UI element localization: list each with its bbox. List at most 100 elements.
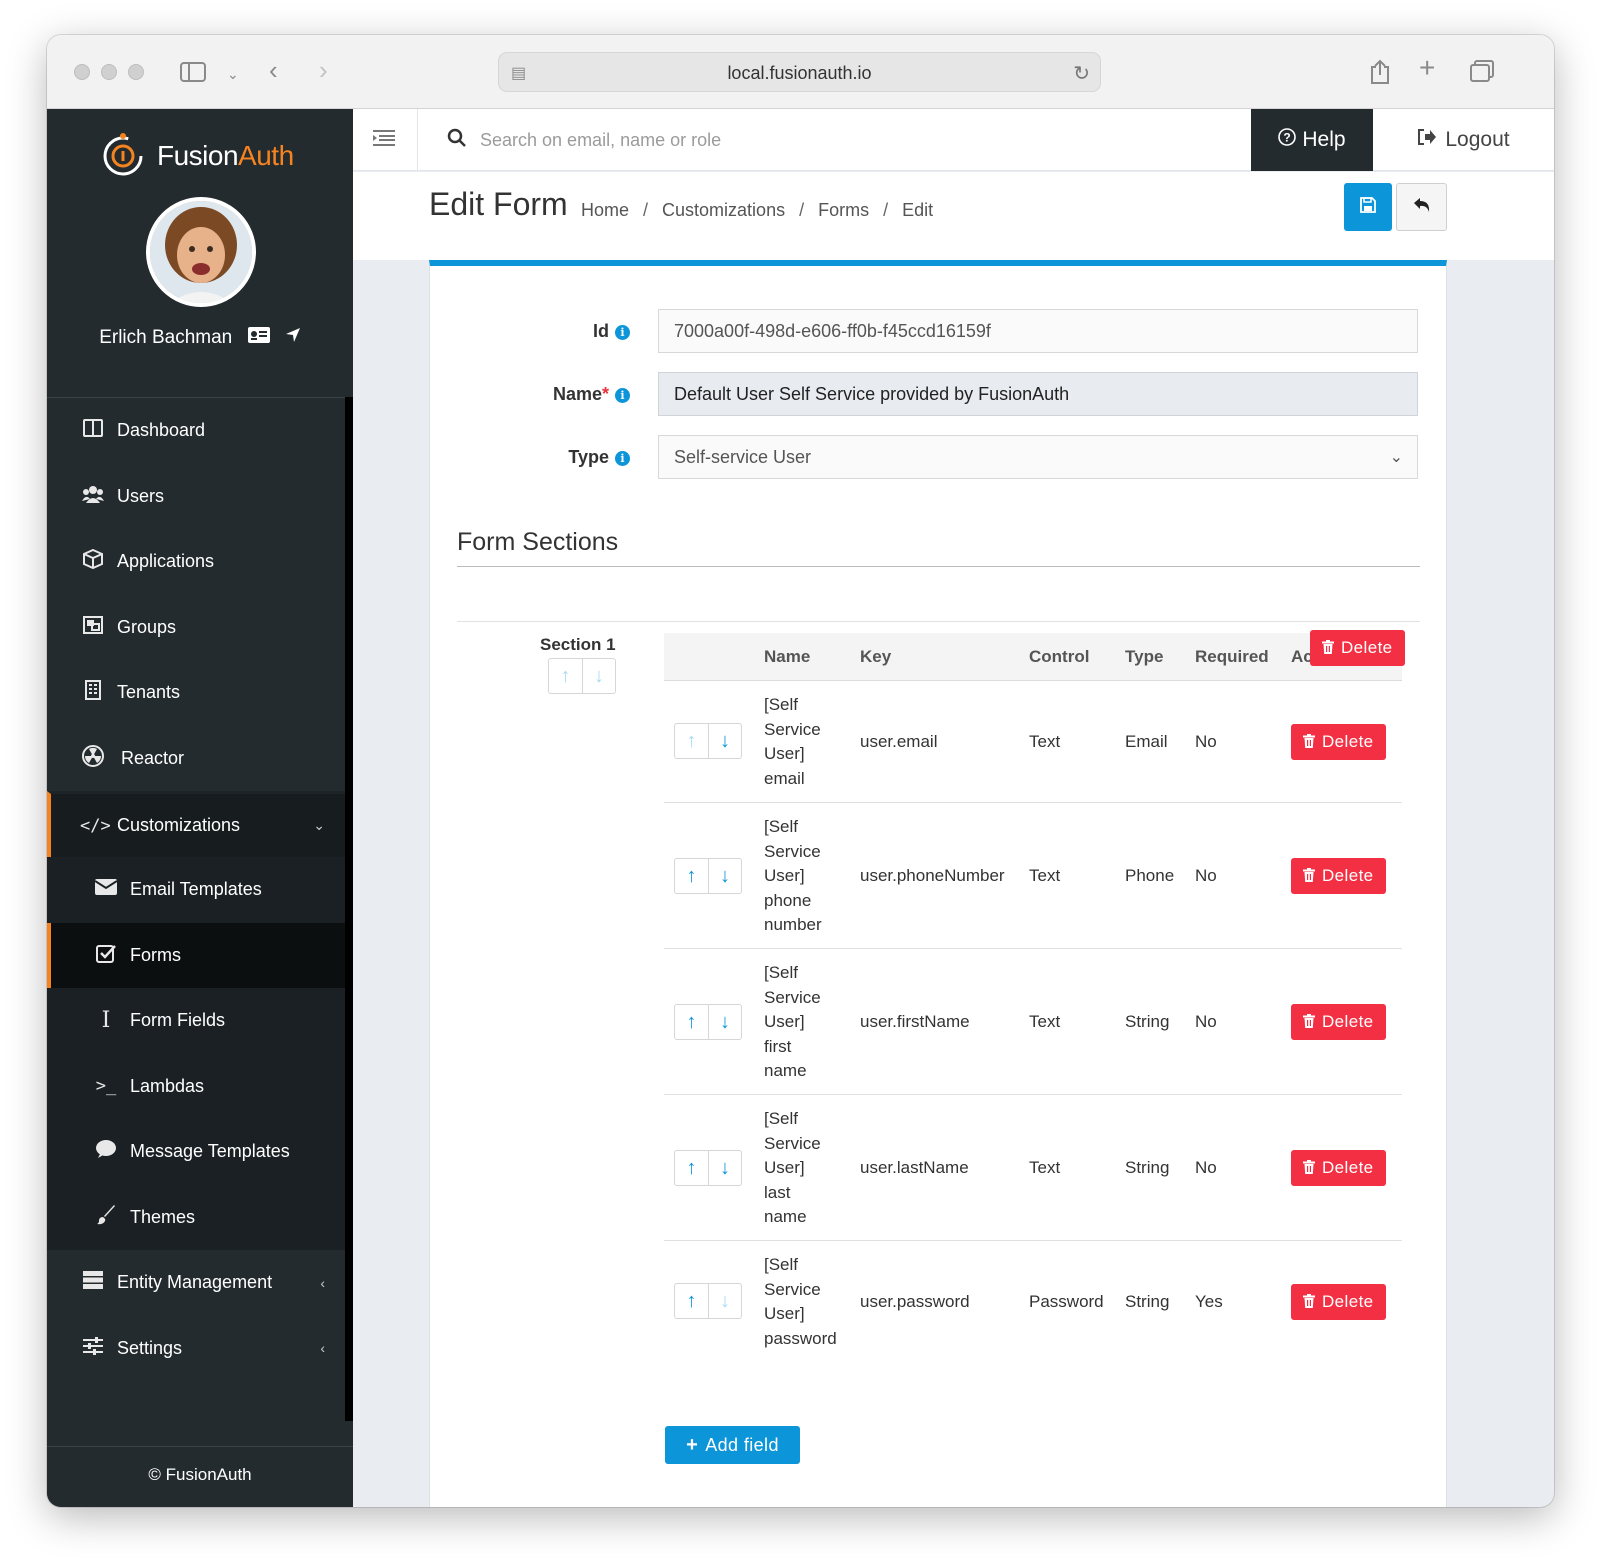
row-move-buttons: ↑ ↓ <box>674 723 742 759</box>
user-info: Erlich Bachman <box>47 327 353 349</box>
info-icon[interactable]: i <box>615 388 630 403</box>
forward-icon[interactable]: › <box>319 57 328 83</box>
terminal-icon: >_ <box>95 1076 117 1097</box>
move-up-button[interactable]: ↑ <box>549 659 582 693</box>
move-up-button[interactable]: ↑ <box>675 1005 708 1039</box>
delete-field-button[interactable]: Delete <box>1291 724 1386 760</box>
type-select[interactable]: Self-service User ⌄ <box>658 435 1418 479</box>
sidebar-item-users[interactable]: Users <box>47 464 345 530</box>
location-arrow-icon[interactable] <box>285 327 301 348</box>
id-field[interactable]: 7000a00f-498d-e606-ff0b-f45ccd16159f <box>658 309 1418 353</box>
move-down-button[interactable]: ↓ <box>708 1151 741 1185</box>
reload-icon[interactable]: ↻ <box>1073 61 1090 86</box>
search-input[interactable] <box>480 125 1180 155</box>
sidebar-scrollbar[interactable] <box>345 397 353 1421</box>
id-card-icon[interactable] <box>247 327 270 348</box>
sidebar-item-lambdas[interactable]: >_ Lambdas <box>47 1053 345 1119</box>
move-up-button[interactable]: ↑ <box>675 1284 708 1318</box>
back-icon[interactable]: ‹ <box>269 57 278 83</box>
sidebar-item-settings[interactable]: Settings ‹ <box>47 1316 345 1382</box>
delete-field-button[interactable]: Delete <box>1291 1150 1386 1186</box>
sidebar-item-groups[interactable]: Groups <box>47 595 345 661</box>
address-bar[interactable]: ▤ local.fusionauth.io ↻ <box>498 52 1101 92</box>
move-up-button[interactable]: ↑ <box>675 1151 708 1185</box>
radiation-icon <box>80 744 106 772</box>
sidebar-item-themes[interactable]: Themes <box>47 1184 345 1250</box>
field-type: String <box>1125 1292 1170 1311</box>
avatar[interactable] <box>146 197 256 307</box>
chevron-down-icon[interactable]: ⌄ <box>227 63 239 85</box>
move-down-button[interactable]: ↓ <box>708 1005 741 1039</box>
sidebar-item-forms[interactable]: Forms <box>47 922 345 988</box>
sidebar-item-tenants[interactable]: Tenants <box>47 660 345 726</box>
undo-icon <box>1412 194 1432 220</box>
breadcrumb: Home / Customizations / Forms / Edit <box>581 200 934 221</box>
move-down-button[interactable]: ↓ <box>708 859 741 893</box>
delete-field-button[interactable]: Delete <box>1291 1004 1386 1040</box>
field-type: String <box>1125 1158 1170 1177</box>
sidebar-toggle-icon[interactable] <box>180 61 206 87</box>
row-move-buttons: ↑ ↓ <box>674 858 742 894</box>
breadcrumb-home[interactable]: Home <box>581 200 629 221</box>
field-required: No <box>1195 866 1217 885</box>
object-group-icon <box>80 615 106 640</box>
sidebar-item-email-templates[interactable]: Email Templates <box>47 857 345 923</box>
sidebar-item-customizations[interactable]: </> Customizations ⌄ <box>47 791 345 857</box>
server-icon <box>80 1271 106 1294</box>
move-down-button[interactable]: ↓ <box>708 1284 741 1318</box>
trash-icon <box>1303 867 1315 885</box>
sidebar-item-dashboard[interactable]: Dashboard <box>47 398 345 464</box>
logout-button[interactable]: Logout <box>1373 109 1554 171</box>
field-key: user.phoneNumber <box>860 866 1005 885</box>
delete-section-button[interactable]: Delete <box>1310 630 1405 666</box>
move-up-button[interactable]: ↑ <box>675 859 708 893</box>
sidebar-item-applications[interactable]: Applications <box>47 529 345 595</box>
save-icon <box>1360 196 1376 218</box>
breadcrumb-forms[interactable]: Forms <box>818 200 869 221</box>
paint-brush-icon <box>93 1204 119 1230</box>
trash-icon <box>1303 1013 1315 1031</box>
trash-icon <box>1303 1293 1315 1311</box>
brand-logo[interactable]: FusionAuth <box>99 131 294 181</box>
section-label: Section 1 <box>540 635 616 654</box>
sidebar-item-message-templates[interactable]: Message Templates <box>47 1119 345 1185</box>
minimize-window-button[interactable] <box>101 64 117 80</box>
form-sections-title: Form Sections <box>457 528 619 556</box>
user-name[interactable]: Erlich Bachman <box>99 327 232 348</box>
field-type: String <box>1125 1012 1170 1031</box>
move-up-button[interactable]: ↑ <box>675 724 708 758</box>
page-title: Edit Form <box>429 186 568 222</box>
menu-toggle-icon[interactable] <box>373 129 395 152</box>
divider <box>457 566 1420 567</box>
help-button[interactable]: ? Help <box>1251 109 1373 171</box>
table-row: ↑ ↓ [Self Service User] email user.email Te… <box>664 681 1402 803</box>
col-name: Name <box>764 647 811 666</box>
sidebar-item-form-fields[interactable]: I Form Fields <box>47 988 345 1054</box>
col-key: Key <box>860 647 892 666</box>
new-tab-icon[interactable]: + <box>1419 54 1435 82</box>
top-bar: ? Help Logout <box>353 109 1554 171</box>
delete-field-button[interactable]: Delete <box>1291 858 1386 894</box>
sidebar-item-reactor[interactable]: Reactor <box>47 726 345 792</box>
check-square-icon <box>93 943 119 968</box>
close-window-button[interactable] <box>74 64 90 80</box>
back-button[interactable] <box>1396 183 1447 231</box>
delete-field-button[interactable]: Delete <box>1291 1284 1386 1320</box>
zoom-window-button[interactable] <box>128 64 144 80</box>
add-field-button[interactable]: + Add field <box>665 1426 800 1464</box>
browser-window: ⌄ ‹ › ▤ local.fusionauth.io ↻ + FusionAu… <box>47 35 1554 1507</box>
save-button[interactable] <box>1344 183 1392 231</box>
share-icon[interactable] <box>1369 59 1391 89</box>
sidebar-item-entity-management[interactable]: Entity Management ‹ <box>47 1250 345 1316</box>
name-field[interactable]: Default User Self Service provided by Fu… <box>658 372 1418 416</box>
info-icon[interactable]: i <box>615 451 630 466</box>
field-key: user.password <box>860 1292 970 1311</box>
move-down-button[interactable]: ↓ <box>582 659 615 693</box>
move-down-button[interactable]: ↓ <box>708 724 741 758</box>
info-icon[interactable]: i <box>615 325 630 340</box>
chevron-left-icon: ‹ <box>320 1340 325 1357</box>
search-icon <box>447 128 467 154</box>
sidebar-nav: Dashboard Users Applications Groups Tena… <box>47 397 345 1381</box>
breadcrumb-customizations[interactable]: Customizations <box>662 200 785 221</box>
tab-overview-icon[interactable] <box>1469 59 1495 87</box>
